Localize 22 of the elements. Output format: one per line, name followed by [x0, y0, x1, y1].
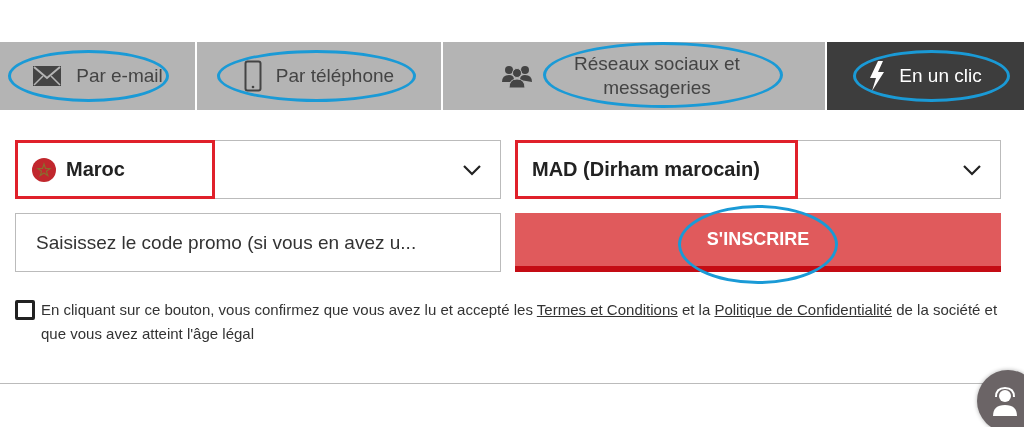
tab[interactable]: Par téléphone: [197, 42, 441, 110]
flag-icon: [32, 157, 56, 182]
lightning-icon: [869, 61, 886, 91]
consent-text: En cliquant sur ce bouton, vous confirmez que vous avez lu et accepté les Termes et Conditions et la Politique de Confidentialité de la société et que vous avez atteint l'âge légal: [41, 300, 999, 344]
chevron-down-icon: [462, 163, 482, 176]
phone-icon: [243, 60, 262, 92]
tab[interactable]: En un clic: [827, 42, 1024, 110]
envelope-icon: [32, 65, 63, 87]
headset-person-icon: [991, 386, 1019, 416]
promo-code-field[interactable]: Saisissez le code promo (si vous en avez u...: [15, 213, 501, 272]
consent-checkbox[interactable]: [15, 300, 35, 320]
chevron-down-icon: [962, 163, 982, 176]
people-icon: [501, 64, 533, 88]
select-value: MAD (Dirham marocain): [532, 158, 760, 181]
select-value: Maroc: [66, 158, 125, 181]
tab[interactable]: Réseaux sociaux et messageries: [443, 42, 825, 110]
signup-button[interactable]: S'INSCRIRE: [515, 213, 1001, 272]
consent-link[interactable]: Termes et Conditions: [536, 301, 678, 318]
country-select[interactable]: Maroc: [15, 140, 501, 199]
currency-select[interactable]: MAD (Dirham marocain): [515, 140, 1001, 199]
consent-link[interactable]: Politique de Confidentialité: [714, 301, 893, 318]
tab[interactable]: Par e-mail: [0, 42, 195, 110]
